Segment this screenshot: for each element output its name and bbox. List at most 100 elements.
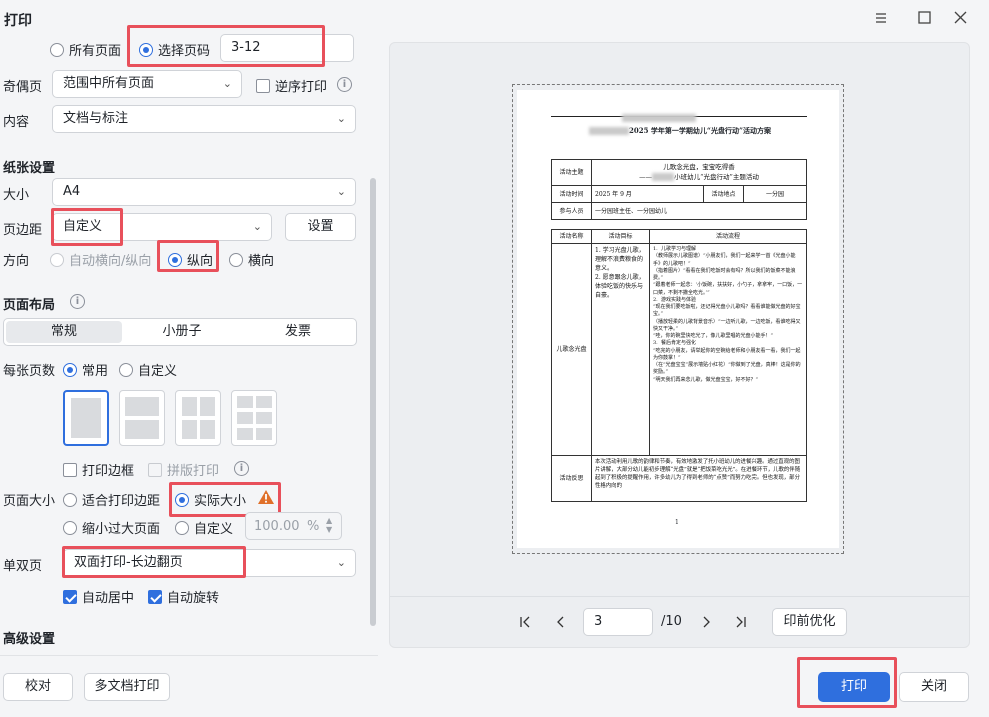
doc-goal-2: 愿意跟念儿歌，体验吃饭的快乐与自豪。	[595, 274, 645, 299]
layout-1-up-thumb[interactable]	[63, 390, 109, 446]
doc-people-label: 参与人员	[551, 202, 592, 220]
shrink-oversized-radio[interactable]: 缩小过大页面	[63, 518, 160, 537]
last-page-icon[interactable]	[732, 613, 750, 631]
content-value: 文档与标注	[63, 111, 129, 126]
doc-table-main: 活动名称 活动目标 活动流程 儿歌念光盘 1. 学习光盘儿歌，理解不浪费粮食的意…	[551, 229, 807, 502]
duplex-select[interactable]: 双面打印-长边翻页 ⌄	[63, 549, 356, 577]
doc-col-goal: 活动目标	[591, 229, 650, 244]
tab-normal[interactable]: 常规	[6, 321, 122, 343]
selected-pages-radio[interactable]: 选择页码	[139, 40, 210, 59]
per-sheet-label: 每张页数	[3, 364, 56, 379]
multi-doc-print-button[interactable]: 多文档打印	[84, 673, 170, 701]
reverse-print-checkbox[interactable]: 逆序打印	[256, 76, 327, 95]
warning-icon[interactable]	[257, 489, 275, 509]
scale-input[interactable]: 100.00 % ▲ ▼	[245, 512, 342, 540]
doc-reflection-text: 本次活动利用儿歌的韵律和节奏，有效地激发了托小班幼儿的进餐兴趣。通过直观的图片讲…	[591, 455, 807, 502]
auto-center-label: 自动居中	[82, 591, 135, 606]
auto-center-checkbox[interactable]: 自动居中	[63, 587, 134, 606]
print-border-checkbox[interactable]: 打印边框	[63, 460, 134, 479]
page-number-value: 3	[594, 614, 603, 629]
preprint-optimize-button[interactable]: 印前优化	[772, 608, 847, 636]
auto-rotate-checkbox[interactable]: 自动旋转	[148, 587, 219, 606]
chevron-down-icon: ⌄	[336, 185, 346, 198]
layout-section-title: 页面布局	[3, 298, 56, 313]
per-sheet-common-radio[interactable]: 常用	[63, 360, 108, 379]
doc-time-label: 活动时间	[551, 185, 592, 203]
doc-title-row: 2025 学年第一学期幼儿“光盘行动”活动方案	[555, 126, 805, 136]
doc-place-value: 一分园	[743, 185, 807, 203]
margin-label: 页边距	[3, 223, 43, 238]
prev-page-icon[interactable]	[552, 613, 570, 631]
size-label: 大小	[3, 188, 30, 203]
doc-activity-name: 儿歌念光盘	[551, 243, 592, 456]
scale-unit: %	[307, 519, 320, 534]
orientation-landscape-label: 横向	[248, 254, 275, 269]
shrink-oversized-label: 缩小过大页面	[82, 522, 161, 537]
all-pages-radio[interactable]: 所有页面	[50, 40, 121, 59]
tab-invoice[interactable]: 发票	[240, 321, 356, 343]
orientation-label: 方向	[3, 254, 30, 269]
size-select[interactable]: A4 ⌄	[52, 178, 356, 206]
doc-flow-line: “现在我们要吃饭啦，还记得光盘小儿歌吗？看看谁能做光盘的好宝宝。”	[653, 304, 801, 318]
tab-booklet[interactable]: 小册子	[124, 321, 240, 343]
doc-flow-line: （教师展示儿歌图谱）“小朋友们，我们一起来学一首《光盘小能手》的儿歌吧！”	[653, 253, 796, 267]
actual-size-radio[interactable]: 实际大小	[175, 490, 246, 509]
imposition-checkbox[interactable]: 拼版打印	[148, 460, 219, 479]
fit-margin-radio[interactable]: 适合打印边距	[63, 490, 160, 509]
custom-scale-label: 自定义	[194, 522, 234, 537]
per-sheet-custom-radio[interactable]: 自定义	[119, 360, 177, 379]
selected-pages-label: 选择页码	[158, 44, 211, 59]
info-icon[interactable]: i	[337, 76, 352, 92]
margin-select[interactable]: 自定义 ⌄	[52, 213, 272, 241]
chevron-down-icon: ⌄	[252, 220, 262, 233]
next-page-icon[interactable]	[697, 613, 715, 631]
layout-4-up-thumb[interactable]	[175, 390, 221, 446]
doc-flow-line: “明天我们再来念儿歌，做光盘宝宝，好不好？”	[653, 376, 759, 383]
doc-flow-line: “跟着老师一起念：‘小饭碗，扶扶好，小勺子，拿拿牢，一口饭，一口菜，不剩不撒全吃…	[653, 282, 803, 296]
content-select[interactable]: 文档与标注 ⌄	[52, 105, 356, 133]
proof-button[interactable]: 校对	[3, 673, 73, 701]
chevron-down-icon: ⌄	[336, 556, 346, 569]
close-button[interactable]: 关闭	[899, 672, 969, 702]
custom-scale-radio[interactable]: 自定义	[175, 518, 233, 537]
info-icon[interactable]: i	[234, 460, 249, 476]
orientation-portrait-radio[interactable]: 纵向	[168, 250, 213, 269]
maximize-icon[interactable]	[913, 8, 935, 28]
settings-scrollbar[interactable]	[370, 178, 376, 626]
doc-flow: 1. 儿歌学习与理解 （教师展示儿歌图谱）“小朋友们，我们一起来学一首《光盘小能…	[649, 243, 807, 456]
first-page-icon[interactable]	[516, 613, 534, 631]
stepper-icon[interactable]: ▲ ▼	[326, 516, 332, 534]
margin-settings-button[interactable]: 设置	[285, 213, 356, 241]
info-icon[interactable]: i	[70, 293, 85, 309]
doc-page-number: 1	[675, 519, 679, 526]
doc-flow-line: （在“光盘宝宝”展示墙贴小红花）“你做到了光盘，真棒！这是你的奖励。”	[653, 362, 801, 376]
orientation-auto-radio[interactable]: 自动横向/纵向	[50, 250, 151, 269]
doc-flow-line: （指着图片）“看看在我们吃饭时会有吗？所以我们的饭菜不能浪费。”	[653, 267, 796, 281]
imposition-label: 拼版打印	[167, 464, 220, 479]
doc-theme-line1: 儿歌念光盘，宝宝吃得香	[663, 162, 735, 171]
odd-even-label: 奇偶页	[3, 80, 43, 95]
odd-even-select[interactable]: 范围中所有页面 ⌄	[52, 70, 242, 98]
orientation-auto-label: 自动横向/纵向	[69, 254, 152, 269]
layout-6-up-thumb[interactable]	[231, 390, 277, 446]
reverse-print-label: 逆序打印	[275, 80, 328, 95]
preview-page: 2025 学年第一学期幼儿“光盘行动”活动方案 活动主题 儿歌念光盘，宝宝吃得香…	[517, 90, 839, 548]
preview-divider	[390, 596, 969, 597]
doc-title: 2025 学年第一学期幼儿“光盘行动”活动方案	[629, 126, 771, 135]
scale-value: 100.00	[254, 519, 300, 534]
doc-goals: 1. 学习光盘儿歌，理解不浪费粮食的意义。 2. 愿意跟念儿歌，体验吃饭的快乐与…	[591, 243, 650, 456]
doc-people-value: 一分园班主任、一分园幼儿	[591, 202, 807, 220]
doc-flow-line: 3. 餐后肯定与强化	[653, 340, 696, 347]
doc-flow-line: 2. 游戏实践与体验	[653, 296, 696, 303]
close-icon[interactable]	[950, 8, 972, 28]
layout-2-up-thumb[interactable]	[119, 390, 165, 446]
doc-flow-line: （播放轻柔的儿歌背景音乐）“一边听儿歌，一边吃饭，看谁吃得又快又干净。”	[653, 318, 801, 332]
page-range-input[interactable]: 3-12	[220, 34, 354, 62]
all-pages-label: 所有页面	[69, 44, 122, 59]
doc-goal-2-num: 2.	[595, 274, 601, 281]
menu-icon[interactable]	[870, 8, 892, 28]
page-number-input[interactable]: 3	[583, 608, 653, 636]
size-value: A4	[63, 184, 81, 199]
print-button[interactable]: 打印	[818, 672, 890, 702]
orientation-landscape-radio[interactable]: 横向	[229, 250, 274, 269]
